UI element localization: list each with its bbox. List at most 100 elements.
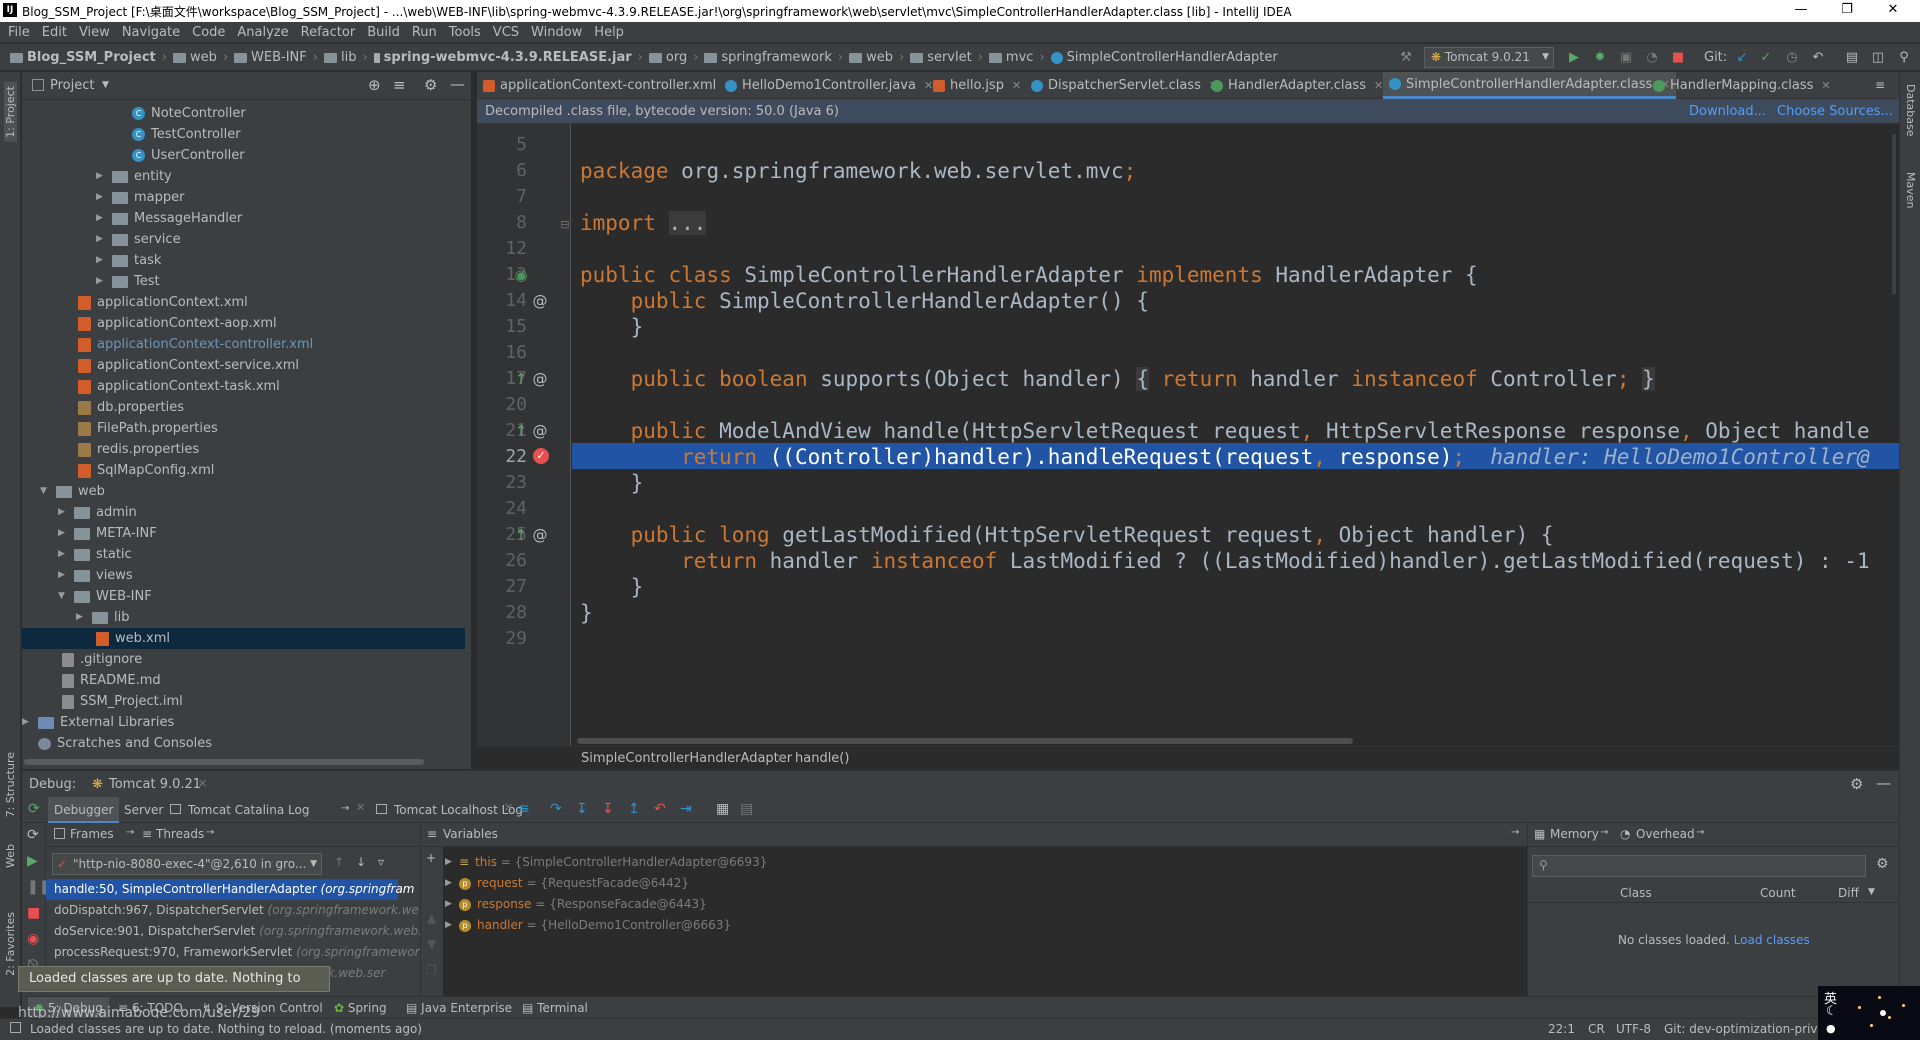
tree-item[interactable]: SqlMapConfig.xml bbox=[78, 460, 214, 481]
tree-item[interactable]: ▶ views bbox=[58, 565, 133, 586]
tree-item[interactable]: ▶ MessageHandler bbox=[96, 208, 242, 229]
threads-tab[interactable]: Threads bbox=[156, 827, 204, 841]
editor-tab[interactable]: HelloDemo1Controller.java ✕ bbox=[725, 72, 933, 99]
tool-tab-java-enterprise[interactable]: ▤ Java Enterprise bbox=[406, 997, 512, 1019]
expand-arrow-icon[interactable]: ▶ bbox=[445, 894, 459, 915]
hide-panel-icon[interactable]: — bbox=[450, 75, 465, 93]
breadcrumb-item[interactable]: servlet › bbox=[910, 44, 983, 71]
menu-vcs[interactable]: VCS bbox=[493, 22, 519, 43]
menu-tools[interactable]: Tools bbox=[449, 22, 481, 43]
memory-tab[interactable]: Memory bbox=[1550, 827, 1599, 841]
tree-item[interactable]: ▶ task bbox=[96, 250, 161, 271]
tab-overflow-icon[interactable]: ≡ bbox=[1875, 78, 1885, 92]
tab-catalina-log[interactable]: Tomcat Catalina Log bbox=[188, 797, 309, 823]
collapse-arrow-icon[interactable]: ▼ bbox=[58, 586, 70, 607]
gear-icon[interactable]: ⚙ bbox=[424, 76, 437, 94]
tree-item[interactable]: applicationContext-aop.xml bbox=[78, 313, 277, 334]
debug-session-tab[interactable]: Tomcat 9.0.21 bbox=[109, 777, 201, 792]
run-icon[interactable]: ▶ bbox=[1564, 48, 1584, 67]
collapse-all-icon[interactable]: ≡ bbox=[393, 76, 406, 94]
expand-arrow-icon[interactable]: ▶ bbox=[58, 565, 70, 586]
expand-arrow-icon[interactable]: ▶ bbox=[445, 915, 459, 936]
tool-favorites-tab[interactable]: 2: Favorites bbox=[4, 912, 17, 976]
pin-icon[interactable]: → bbox=[206, 827, 214, 838]
copy-icon[interactable]: ❐ bbox=[426, 963, 437, 977]
variable-row[interactable]: ▶ p response = {ResponseFacade@6443} bbox=[445, 894, 707, 915]
menu-build[interactable]: Build bbox=[367, 22, 400, 43]
editor-tab-active[interactable]: SimpleControllerHandlerAdapter.class ✕ bbox=[1383, 72, 1676, 99]
tree-item[interactable]: C UserController bbox=[132, 145, 245, 166]
frame-row[interactable]: doService:901, DispatcherServlet (org.sp… bbox=[54, 921, 420, 942]
annotation-marker-icon[interactable]: @ bbox=[532, 293, 548, 309]
tool-maven-tab[interactable]: Maven bbox=[1904, 172, 1917, 208]
tree-item[interactable]: SSM_Project.iml bbox=[62, 691, 183, 712]
tool-structure-tab[interactable]: 7: Structure bbox=[4, 752, 17, 817]
memory-search-input[interactable]: ⚲ bbox=[1532, 855, 1866, 877]
rerun-icon[interactable]: ⟳ bbox=[28, 801, 40, 817]
breadcrumb-item[interactable]: SimpleControllerHandlerAdapter bbox=[1050, 44, 1278, 71]
expand-arrow-icon[interactable]: ▶ bbox=[96, 229, 108, 250]
resume-icon[interactable]: ▶ bbox=[27, 853, 38, 869]
editor-scrollbar[interactable] bbox=[1892, 134, 1896, 294]
frame-row[interactable]: processRequest:970, FrameworkServlet (or… bbox=[54, 942, 420, 963]
line-separator[interactable]: CR bbox=[1588, 1022, 1605, 1036]
tree-item[interactable]: applicationContext-service.xml bbox=[78, 355, 299, 376]
override-marker-icon[interactable]: ↑ bbox=[513, 527, 529, 543]
step-into-icon[interactable]: ↧ bbox=[576, 801, 588, 817]
expand-arrow-icon[interactable]: ▶ bbox=[445, 852, 459, 873]
tree-item-selected[interactable]: web.xml bbox=[22, 628, 465, 649]
expand-arrow-icon[interactable]: ▶ bbox=[96, 271, 108, 292]
close-tab-icon[interactable]: ✕ bbox=[1821, 72, 1830, 99]
pin-icon[interactable]: → bbox=[126, 827, 134, 838]
column-class[interactable]: Class bbox=[1620, 886, 1652, 900]
breadcrumb-item[interactable]: mvc › bbox=[988, 44, 1045, 71]
menu-window[interactable]: Window bbox=[531, 22, 582, 43]
tool-web-tab[interactable]: Web bbox=[4, 844, 17, 868]
tree-item[interactable]: applicationContext-controller.xml bbox=[78, 334, 313, 355]
up-arrow-icon[interactable]: ▲ bbox=[427, 911, 436, 925]
tree-item[interactable]: db.properties bbox=[78, 397, 184, 418]
collapse-arrow-icon[interactable]: ▼ bbox=[40, 481, 52, 502]
scroll-thumb[interactable] bbox=[24, 759, 424, 765]
debug-icon[interactable]: ✹ bbox=[1590, 48, 1610, 67]
breadcrumb-method[interactable]: handle() bbox=[795, 751, 849, 766]
expand-arrow-icon[interactable]: ▶ bbox=[96, 250, 108, 271]
gear-icon[interactable]: ⚙ bbox=[1876, 856, 1889, 872]
breadcrumb-item[interactable]: springframework › bbox=[704, 44, 843, 71]
tree-item[interactable]: ▼ web bbox=[40, 481, 105, 502]
tree-item[interactable]: FilePath.properties bbox=[78, 418, 218, 439]
editor-tab[interactable]: HandlerAdapter.class ✕ bbox=[1211, 72, 1383, 99]
force-step-into-icon[interactable]: ↧ bbox=[602, 801, 614, 817]
tree-item[interactable]: ▶ lib bbox=[76, 607, 129, 628]
close-tab-icon[interactable]: ✕ bbox=[504, 801, 513, 814]
editor-tab[interactable]: applicationContext-controller.xml✕ bbox=[483, 72, 733, 99]
thread-selector[interactable]: ✓ "http-nio-8080-exec-4"@2,610 in gro...… bbox=[52, 853, 322, 875]
tool-tab-spring[interactable]: ✿ Spring bbox=[334, 997, 387, 1019]
close-tab-icon[interactable]: ✕ bbox=[1374, 72, 1383, 99]
breadcrumb-item[interactable]: web › bbox=[172, 44, 228, 71]
breadcrumb-item[interactable]: spring-webmvc-4.3.9.RELEASE.jar › bbox=[373, 44, 643, 71]
project-structure-icon[interactable]: ▤ bbox=[1842, 48, 1862, 67]
tab-server[interactable]: Server bbox=[124, 797, 163, 823]
tree-item[interactable]: README.md bbox=[62, 670, 161, 691]
frames-tab[interactable]: Frames bbox=[70, 827, 114, 841]
tree-item[interactable]: ▶ META-INF bbox=[58, 523, 157, 544]
up-arrow-icon[interactable]: ↑ bbox=[334, 855, 344, 869]
down-arrow-icon[interactable]: ↓ bbox=[356, 855, 366, 869]
close-tab-icon[interactable]: ✕ bbox=[1012, 72, 1021, 99]
expand-arrow-icon[interactable]: ▶ bbox=[96, 208, 108, 229]
stop-icon[interactable]: ■ bbox=[1668, 48, 1688, 67]
tool-project-tab[interactable]: 1: Project bbox=[4, 82, 17, 142]
frame-row-selected[interactable]: handle:50, SimpleControllerHandlerAdapte… bbox=[46, 879, 414, 900]
tree-item[interactable]: redis.properties bbox=[78, 439, 199, 460]
expand-arrow-icon[interactable]: ▶ bbox=[22, 712, 34, 733]
expand-arrow-icon[interactable]: ▶ bbox=[58, 544, 70, 565]
step-out-icon[interactable]: ↥ bbox=[628, 801, 640, 817]
column-count[interactable]: Count bbox=[1760, 886, 1796, 900]
tree-item[interactable]: .gitignore bbox=[62, 649, 142, 670]
annotation-marker-icon[interactable]: @ bbox=[532, 527, 548, 543]
breadcrumb-item[interactable]: WEB-INF › bbox=[234, 44, 318, 71]
expand-arrow-icon[interactable]: ▶ bbox=[58, 523, 70, 544]
tool-database-tab[interactable]: Database bbox=[1904, 84, 1917, 137]
project-view-title[interactable]: Project bbox=[50, 78, 94, 93]
